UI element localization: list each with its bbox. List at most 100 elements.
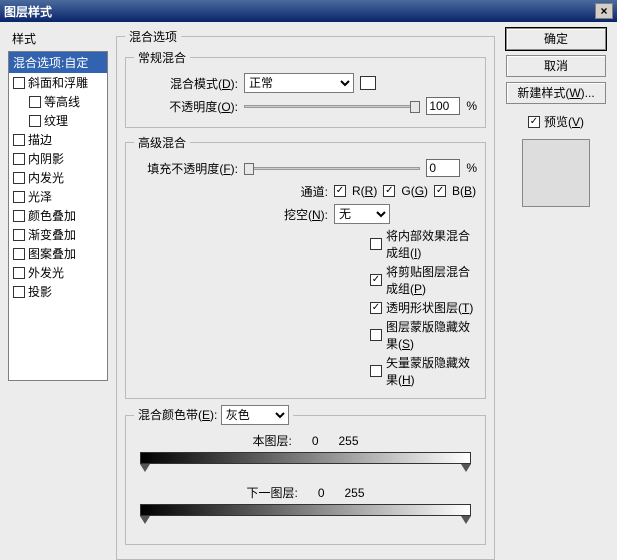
blend-color-swatch[interactable] [360,76,376,90]
advanced-option-checkbox[interactable] [370,238,382,250]
opacity-input[interactable] [426,97,460,115]
style-item-label: 光泽 [28,188,52,205]
style-item[interactable]: 投影 [9,282,107,301]
blend-options-legend: 混合选项 [125,28,181,45]
style-item-checkbox[interactable] [13,134,25,146]
blend-options-group: 混合选项 常规混合 混合模式(D): 正常 不透明度(O): % 高级混合 [116,28,495,560]
cancel-button[interactable]: 取消 [506,55,606,77]
preview-label: 预览(V) [544,113,584,130]
advanced-option-label: 透明形状图层(T) [386,299,473,316]
style-item[interactable]: 斜面和浮雕 [9,73,107,92]
advanced-option-checkbox[interactable] [370,302,382,314]
blend-if-channel-select[interactable]: 灰色 [221,405,289,425]
style-item-label: 描边 [28,131,52,148]
style-item[interactable]: 内发光 [9,168,107,187]
advanced-option-checkbox[interactable] [370,365,382,377]
general-blend-group: 常规混合 混合模式(D): 正常 不透明度(O): % [125,49,486,128]
knockout-label: 挖空(N): [134,206,328,223]
next-layer-label: 下一图层: [246,484,297,501]
style-item[interactable]: 图案叠加 [9,244,107,263]
style-list[interactable]: 混合选项:自定 斜面和浮雕等高线纹理描边内阴影内发光光泽颜色叠加渐变叠加图案叠加… [8,51,108,381]
dialog-body: 样式 混合选项:自定 斜面和浮雕等高线纹理描边内阴影内发光光泽颜色叠加渐变叠加图… [0,22,617,500]
style-item-checkbox[interactable] [13,210,25,222]
channel-b-checkbox[interactable] [434,185,446,197]
preview-swatch [522,139,590,207]
style-item-label: 内发光 [28,169,64,186]
style-item[interactable]: 渐变叠加 [9,225,107,244]
style-item-checkbox[interactable] [29,115,41,127]
options-panel: 混合选项 常规混合 混合模式(D): 正常 不透明度(O): % 高级混合 [116,28,495,492]
advanced-option-label: 将剪贴图层混合成组(P) [386,263,477,297]
channel-g-label: G(G) [401,184,428,198]
style-item-label: 颜色叠加 [28,207,76,224]
style-item-checkbox[interactable] [13,172,25,184]
opacity-label: 不透明度(O): [134,98,238,115]
style-item-checkbox[interactable] [29,96,41,108]
style-item-label: 等高线 [44,93,80,110]
new-style-button[interactable]: 新建样式(W)... [506,82,606,104]
style-item-checkbox[interactable] [13,286,25,298]
next-layer-gradient[interactable] [140,504,471,528]
preview-checkbox[interactable] [528,116,540,128]
channel-r-checkbox[interactable] [334,185,346,197]
advanced-option: 图层蒙版隐藏效果(S) [370,318,477,352]
style-item-checkbox[interactable] [13,267,25,279]
channel-b-label: B(B) [452,184,476,198]
channel-r-label: R(R) [352,184,377,198]
style-item[interactable]: 光泽 [9,187,107,206]
style-item[interactable]: 内阴影 [9,149,107,168]
advanced-option: 将内部效果混合成组(I) [370,227,477,261]
this-layer-gradient[interactable] [140,452,471,476]
blend-if-group: 混合颜色带(E): 灰色 本图层: 0 255 下一图层: 0 255 [125,405,486,545]
this-layer-label: 本图层: [252,432,291,449]
next-layer-high: 255 [345,486,365,500]
advanced-option-label: 图层蒙版隐藏效果(S) [386,318,477,352]
general-blend-legend: 常规混合 [134,49,190,66]
fill-opacity-input[interactable] [426,159,460,177]
style-item-checkbox[interactable] [13,229,25,241]
fill-opacity-unit: % [466,161,477,175]
style-item-label: 纹理 [44,112,68,129]
ok-button[interactable]: 确定 [506,28,606,50]
advanced-option-checkbox[interactable] [370,329,382,341]
window-title: 图层样式 [4,3,52,20]
channels-label: 通道: [134,183,328,200]
advanced-blend-group: 高级混合 填充不透明度(F): % 通道: R(R) G(G) B(B) [125,134,486,399]
knockout-select[interactable]: 无 [334,204,390,224]
style-item[interactable]: 描边 [9,130,107,149]
this-layer-high: 255 [339,434,359,448]
styles-heading: 样式 [12,30,108,47]
blend-mode-select[interactable]: 正常 [244,73,354,93]
advanced-option: 将剪贴图层混合成组(P) [370,263,477,297]
close-icon[interactable]: × [595,3,613,19]
advanced-blend-legend: 高级混合 [134,134,190,151]
style-item[interactable]: 颜色叠加 [9,206,107,225]
style-item-label: 外发光 [28,264,64,281]
style-item[interactable]: 等高线 [9,92,107,111]
style-item-label: 图案叠加 [28,245,76,262]
style-item[interactable]: 纹理 [9,111,107,130]
action-panel: 确定 取消 新建样式(W)... 预览(V) [503,28,609,492]
advanced-option: 矢量蒙版隐藏效果(H) [370,354,477,388]
style-item-checkbox[interactable] [13,77,25,89]
advanced-option-label: 矢量蒙版隐藏效果(H) [386,354,477,388]
this-layer-low: 0 [312,434,319,448]
style-item-label: 渐变叠加 [28,226,76,243]
opacity-slider[interactable] [244,99,420,113]
channel-g-checkbox[interactable] [383,185,395,197]
advanced-option-checkbox[interactable] [370,274,382,286]
fill-opacity-label: 填充不透明度(F): [134,160,238,177]
style-item-selected[interactable]: 混合选项:自定 [9,52,107,73]
advanced-option: 透明形状图层(T) [370,299,477,316]
style-item-checkbox[interactable] [13,248,25,260]
style-item-checkbox[interactable] [13,153,25,165]
style-item-label: 内阴影 [28,150,64,167]
advanced-option-label: 将内部效果混合成组(I) [386,227,477,261]
style-item-label: 投影 [28,283,52,300]
opacity-unit: % [466,99,477,113]
style-item[interactable]: 外发光 [9,263,107,282]
style-item-checkbox[interactable] [13,191,25,203]
fill-opacity-slider[interactable] [244,161,420,175]
blend-if-legend: 混合颜色带(E): 灰色 [134,405,293,425]
blend-mode-label: 混合模式(D): [134,75,238,92]
